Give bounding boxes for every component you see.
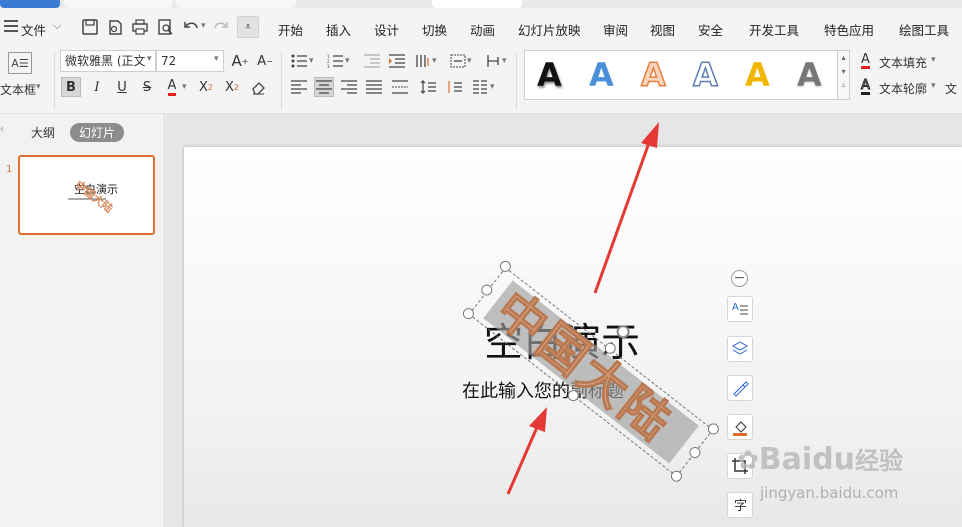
annotation-arrowhead-up bbox=[641, 122, 659, 148]
paw-icon: ✿ bbox=[737, 446, 759, 476]
annotation-arrowhead-lower bbox=[529, 407, 547, 432]
watermark-url: jingyan.baidu.com bbox=[760, 484, 899, 502]
annotation-arrow-up bbox=[593, 139, 652, 294]
baidu-watermark-logo: ✿Baidu经验 bbox=[737, 442, 904, 477]
annotation-arrow-lower bbox=[506, 424, 540, 495]
